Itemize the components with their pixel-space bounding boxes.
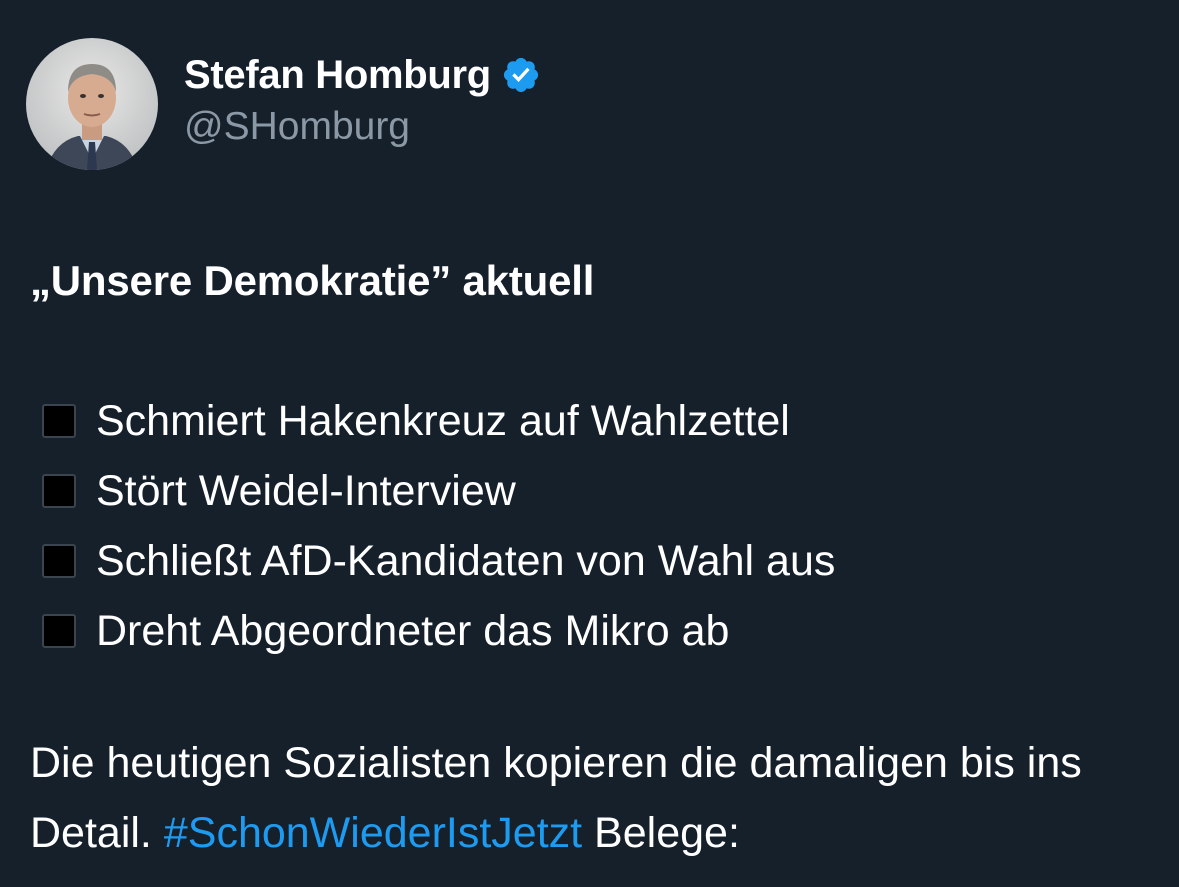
avatar-photo — [26, 38, 158, 170]
list-item: Stört Weidel-Interview — [42, 456, 1160, 526]
line-spacer — [30, 316, 1160, 386]
author-names: Stefan Homburg @SHomburg — [184, 47, 541, 146]
hashtag-link[interactable]: #SchonWiederIstJetzt — [164, 809, 582, 857]
tweet-header: Stefan Homburg @SHomburg — [26, 38, 541, 170]
closing-paragraph: Die heutigen Sozialisten kopieren die da… — [30, 728, 1160, 868]
black-square-icon — [42, 614, 76, 648]
list-item-text: Schmiert Hakenkreuz auf Wahlzettel — [96, 397, 790, 445]
list-item-text: Dreht Abgeordneter das Mikro ab — [96, 607, 730, 655]
list-item: Schließt AfD-Kandidaten von Wahl aus — [42, 526, 1160, 596]
display-name[interactable]: Stefan Homburg — [184, 55, 491, 95]
black-square-icon — [42, 404, 76, 438]
list-item: Dreht Abgeordneter das Mikro ab — [42, 596, 1160, 666]
black-square-icon — [42, 474, 76, 508]
closing-suffix: Belege: — [594, 809, 740, 857]
verified-badge-icon — [501, 55, 541, 95]
list-item-text: Schließt AfD-Kandidaten von Wahl aus — [96, 537, 836, 585]
list-item-text: Stört Weidel-Interview — [96, 467, 516, 515]
author-handle[interactable]: @SHomburg — [184, 107, 541, 146]
list-item: Schmiert Hakenkreuz auf Wahlzettel — [42, 386, 1160, 456]
black-square-icon — [42, 544, 76, 578]
display-name-row: Stefan Homburg — [184, 47, 541, 103]
avatar[interactable] — [26, 38, 158, 170]
tweet-headline: „Unsere Demokratie” aktuell — [30, 257, 595, 304]
tweet-text: „Unsere Demokratie” aktuell Schmiert Hak… — [30, 246, 1160, 868]
